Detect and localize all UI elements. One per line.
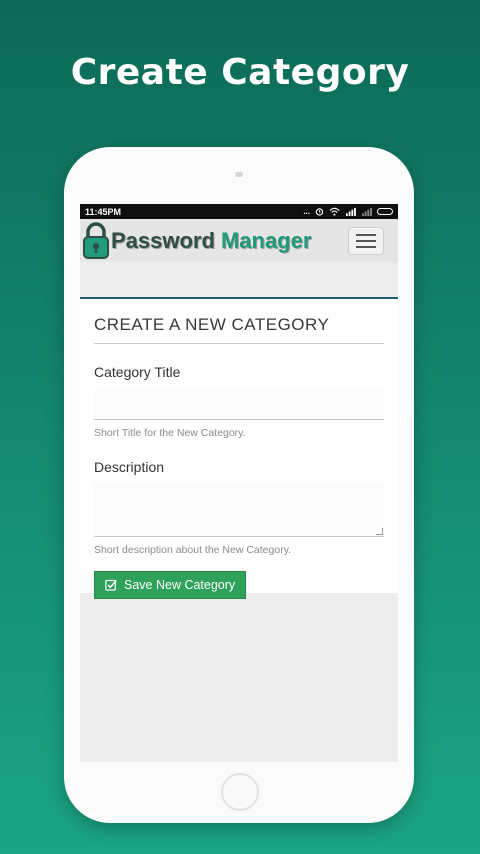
battery-icon [377, 208, 393, 215]
description-help: Short description about the New Category… [94, 544, 292, 556]
description-textarea[interactable] [94, 483, 384, 537]
phone-speaker [235, 172, 243, 177]
logo-word-password: Password [111, 227, 215, 253]
app-logo[interactable]: Password Manager [82, 221, 311, 260]
phone-frame: 11:45PM ... Password Manager CREATE A NE… [64, 147, 414, 823]
check-square-icon [105, 579, 117, 591]
lock-icon [83, 221, 109, 259]
description-label: Description [94, 459, 165, 475]
app-header: Password Manager [80, 219, 398, 262]
menu-icon-bar [356, 239, 376, 242]
alarm-icon [315, 208, 324, 216]
save-button-label: Save New Category [124, 578, 236, 592]
promo-title: Create Category [70, 52, 410, 93]
create-category-card: CREATE A NEW CATEGORY Category Title Sho… [80, 299, 398, 599]
signal-icon-2 [362, 207, 372, 216]
status-icons: ... [303, 207, 393, 216]
phone-screen: 11:45PM ... Password Manager CREATE A NE… [80, 204, 398, 762]
header-divider [80, 262, 398, 299]
card-heading: CREATE A NEW CATEGORY [94, 315, 384, 344]
menu-toggle-button[interactable] [348, 226, 384, 255]
signal-dots: ... [303, 207, 310, 216]
save-new-category-button[interactable]: Save New Category [94, 571, 247, 599]
menu-icon-bar [356, 233, 376, 236]
category-title-input[interactable] [94, 388, 384, 420]
status-time: 11:45PM [85, 206, 122, 217]
wifi-icon [329, 207, 340, 216]
status-bar: 11:45PM ... [80, 204, 398, 219]
signal-icon [346, 207, 356, 216]
category-title-label: Category Title [94, 364, 181, 380]
menu-icon-bar [356, 245, 376, 248]
logo-text: Password Manager [111, 228, 311, 254]
category-title-help: Short Title for the New Category. [94, 427, 246, 439]
logo-word-manager: Manager [220, 227, 312, 253]
resize-grip-icon[interactable] [376, 528, 383, 535]
home-button[interactable] [221, 773, 259, 811]
